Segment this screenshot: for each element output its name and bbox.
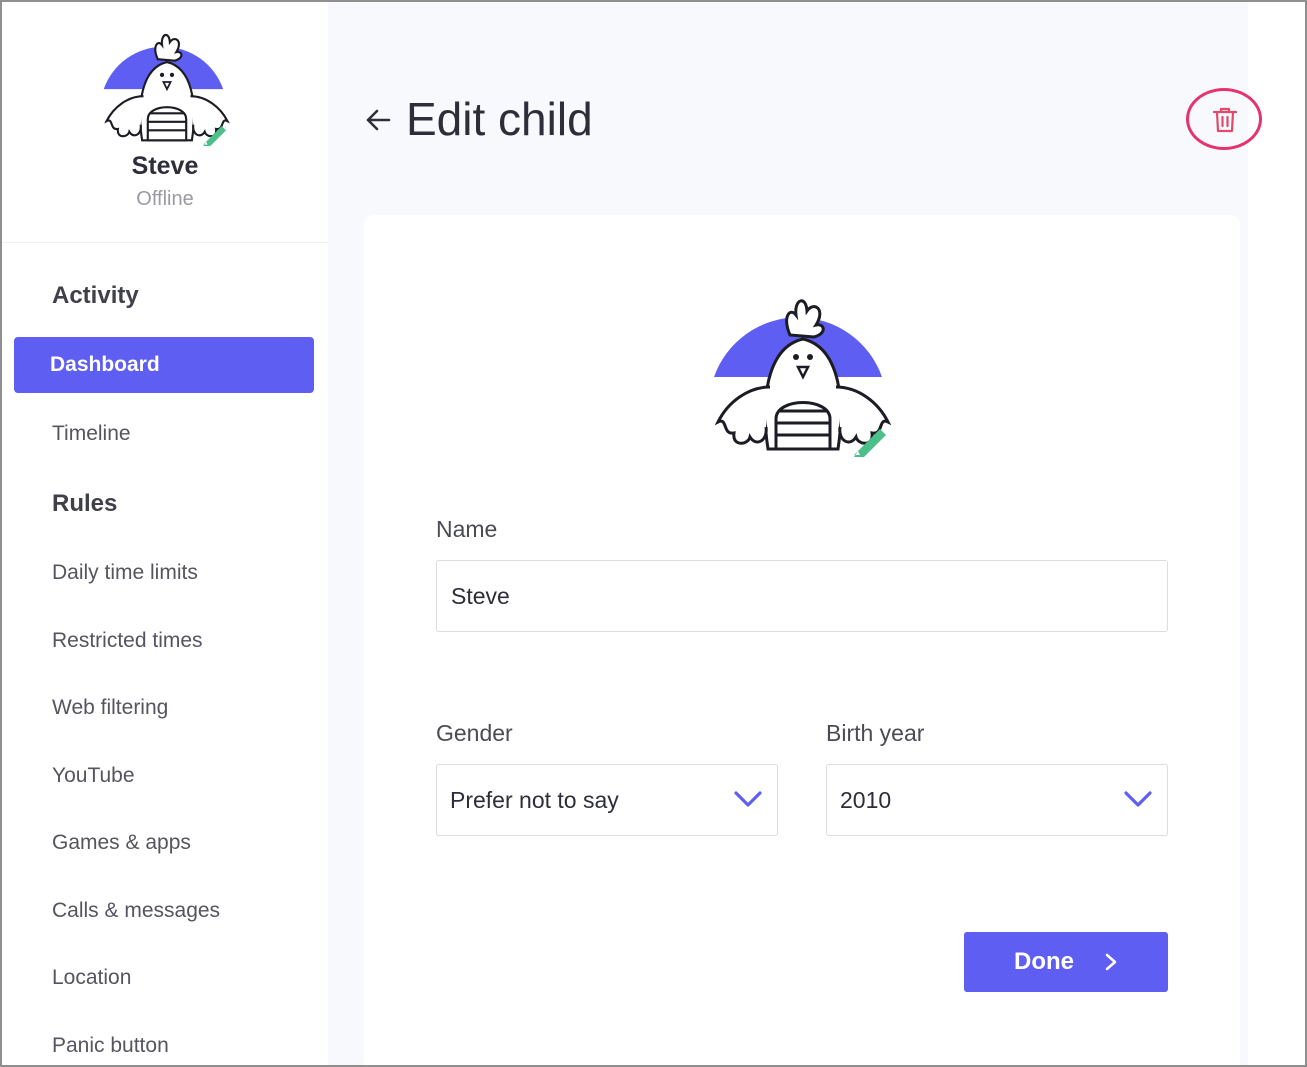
trash-icon [1213, 107, 1237, 133]
child-profile: Steve Offline [2, 2, 328, 243]
name-label: Name [436, 516, 498, 542]
done-button[interactable]: Done [964, 932, 1168, 992]
sidebar-item-timeline[interactable]: Timeline [52, 422, 131, 446]
chevron-down-icon [734, 791, 762, 807]
sidebar-item-location[interactable]: Location [52, 966, 131, 990]
sidebar-item-youtube[interactable]: YouTube [52, 764, 135, 788]
birth-year-label: Birth year [826, 720, 925, 746]
done-button-label: Done [1014, 948, 1074, 975]
child-name: Steve [131, 152, 199, 180]
child-avatar[interactable] [97, 18, 237, 146]
sidebar-item-calls-messages[interactable]: Calls & messages [52, 899, 220, 923]
child-status: Offline [136, 188, 194, 210]
sidebar-item-daily-time-limits[interactable]: Daily time limits [52, 561, 198, 585]
sidebar-item-panic-button[interactable]: Panic button [52, 1034, 169, 1058]
chevron-down-icon [1124, 791, 1152, 807]
birth-year-select[interactable]: 2010 [826, 764, 1168, 836]
gender-select[interactable]: Prefer not to say [436, 764, 778, 836]
section-title-rules: Rules [52, 490, 118, 517]
sidebar-item-label: Dashboard [50, 353, 160, 376]
name-input[interactable] [436, 560, 1168, 632]
arrow-left-icon[interactable] [364, 106, 392, 134]
sidebar-item-games-apps[interactable]: Games & apps [52, 831, 191, 855]
child-avatar-editable[interactable] [708, 277, 898, 457]
sidebar-item-web-filtering[interactable]: Web filtering [52, 696, 168, 720]
sidebar-item-restricted-times[interactable]: Restricted times [52, 629, 203, 653]
birth-year-value: 2010 [840, 787, 892, 813]
app-window: Steve Offline Activity Dashboard Timelin… [0, 0, 1307, 1067]
chevron-right-icon [1105, 953, 1117, 971]
gender-value: Prefer not to say [450, 787, 619, 813]
sidebar: Steve Offline Activity Dashboard Timelin… [2, 2, 328, 1065]
gender-label: Gender [436, 720, 513, 746]
right-gutter [1248, 2, 1305, 1065]
delete-child-button[interactable] [1186, 88, 1262, 150]
page-title: Edit child [406, 93, 593, 145]
section-title-activity: Activity [52, 282, 139, 309]
sidebar-item-dashboard[interactable]: Dashboard [14, 337, 314, 393]
